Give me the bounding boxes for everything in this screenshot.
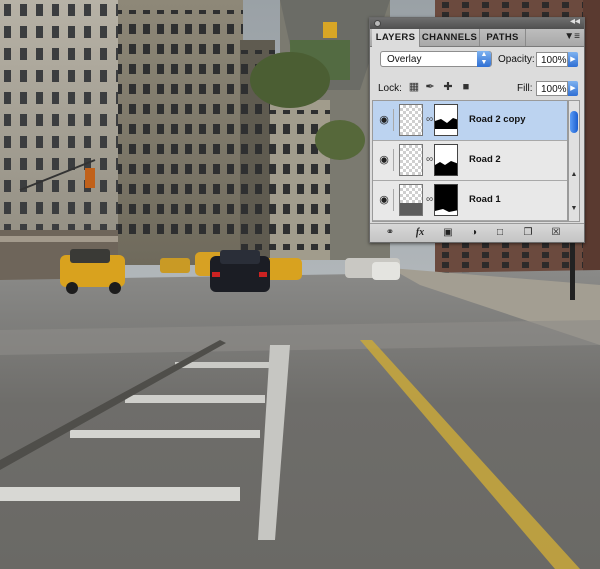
collapse-panel-icon[interactable]: ◂◂ <box>570 16 580 27</box>
panel-menu-icon[interactable]: ▼≡ <box>564 31 580 42</box>
layer-row-road-2[interactable]: ◉ ∞ Road 2 <box>373 141 567 181</box>
lock-all-icon[interactable]: ■ <box>460 81 472 93</box>
panel-titlebar[interactable]: ◂◂ <box>370 16 584 29</box>
tab-layers[interactable]: LAYERS <box>372 29 420 47</box>
layer-mask-thumbnail[interactable] <box>434 104 458 136</box>
select-arrows-icon: ▲ ▼ <box>477 51 491 67</box>
mask-shape <box>435 185 457 215</box>
visibility-eye-icon[interactable]: ◉ <box>375 109 394 131</box>
fx-icon[interactable]: fx <box>412 226 428 240</box>
visibility-eye-icon[interactable]: ◉ <box>375 189 394 211</box>
opacity-label: Opacity: <box>498 54 535 65</box>
lock-position-icon[interactable]: ✚ <box>442 81 454 93</box>
visibility-eye-icon[interactable]: ◉ <box>375 149 394 171</box>
scroll-up-arrow-icon[interactable]: ▲ <box>569 171 579 178</box>
lock-transparent-pixels-icon[interactable]: ▦ <box>408 81 420 93</box>
layer-thumbnail[interactable] <box>399 184 423 216</box>
layer-thumbnail[interactable] <box>399 104 423 136</box>
new-layer-icon[interactable]: ❐ <box>520 226 536 240</box>
mask-shape <box>435 145 457 175</box>
mask-link-icon[interactable]: ∞ <box>426 154 433 165</box>
opacity-input[interactable]: 100% <box>536 52 568 67</box>
layer-row-road-1[interactable]: ◉ ∞ Road 1 <box>373 181 567 221</box>
layers-panel: ◂◂ LAYERS CHANNELS PATHS ▼≡ Overlay ▲ ▼ O… <box>369 16 585 243</box>
new-group-icon[interactable]: □ <box>492 226 508 240</box>
blend-mode-select[interactable]: Overlay ▲ ▼ <box>380 51 492 67</box>
close-panel-icon[interactable] <box>374 20 381 27</box>
layers-scrollbar[interactable]: ▲ ▼ <box>568 100 580 222</box>
opacity-dropdown-icon[interactable]: ▶ <box>568 52 578 67</box>
layer-name[interactable]: Road 1 <box>469 194 501 205</box>
tab-paths[interactable]: PATHS <box>480 29 526 46</box>
link-layers-icon[interactable]: ⚭ <box>382 226 398 240</box>
layer-row-road-2-copy[interactable]: ◉ ∞ Road 2 copy <box>373 101 567 141</box>
mask-link-icon[interactable]: ∞ <box>426 194 433 205</box>
panel-tabs: LAYERS CHANNELS PATHS ▼≡ <box>370 29 584 47</box>
lock-label: Lock: <box>378 83 402 94</box>
trash-icon[interactable]: ☒ <box>548 226 564 240</box>
panel-footer: ⚭ fx ▣ ◑ □ ❐ ☒ <box>370 223 584 242</box>
mask-link-icon[interactable]: ∞ <box>426 114 433 125</box>
fill-dropdown-icon[interactable]: ▶ <box>568 81 578 96</box>
layer-name[interactable]: Road 2 copy <box>469 114 526 125</box>
layers-list: ◉ ∞ Road 2 copy ◉ ∞ Road 2 ◉ ∞ Road 1 <box>372 100 568 222</box>
mask-shape <box>435 105 457 135</box>
adjustment-layer-icon[interactable]: ◑ <box>466 226 482 240</box>
road-thumbnail-content <box>400 203 422 215</box>
layer-name[interactable]: Road 2 <box>469 154 501 165</box>
fill-input[interactable]: 100% <box>536 81 568 96</box>
layer-mask-thumbnail[interactable] <box>434 144 458 176</box>
layer-mask-thumbnail[interactable] <box>434 184 458 216</box>
fill-label: Fill: <box>517 83 533 94</box>
tab-channels[interactable]: CHANNELS <box>420 29 480 46</box>
lock-image-pixels-icon[interactable]: ✒ <box>424 81 436 93</box>
scrollbar-thumb[interactable] <box>570 111 578 133</box>
blend-mode-value: Overlay <box>387 54 422 65</box>
add-mask-icon[interactable]: ▣ <box>440 226 456 240</box>
layer-thumbnail[interactable] <box>399 144 423 176</box>
scroll-down-arrow-icon[interactable]: ▼ <box>569 205 579 212</box>
